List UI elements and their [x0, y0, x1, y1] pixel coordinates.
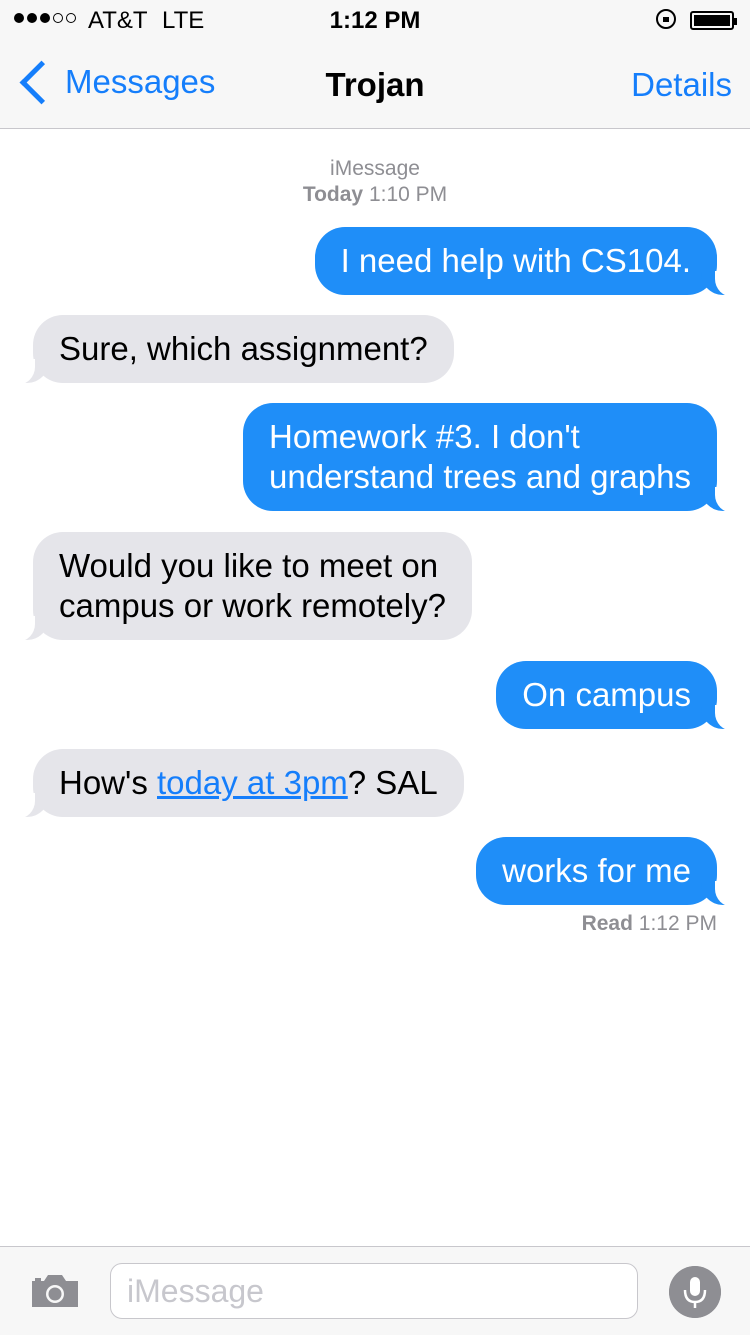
service-label: iMessage — [330, 157, 420, 180]
read-receipt: Read 1:12 PM — [582, 912, 717, 936]
message-text-line: understand trees and graphs — [269, 458, 691, 495]
message-text-line: Would you like to meet on — [59, 547, 439, 584]
conversation-header: iMessage Today 1:10 PM — [0, 156, 750, 208]
timestamp-time: 1:10 PM — [368, 183, 448, 206]
message-text: ? SAL — [347, 764, 438, 801]
read-label: Read — [581, 912, 633, 935]
date-link[interactable]: today at 3pm — [157, 764, 348, 801]
incoming-message[interactable]: Would you like to meet on campus or work… — [5, 532, 472, 642]
navigation-bar: Messages Trojan Details — [0, 40, 750, 129]
message-text: On campus — [522, 676, 691, 713]
message-text: Sure, which assignment? — [59, 330, 428, 367]
outgoing-message[interactable]: I need help with CS104. — [314, 227, 746, 297]
incoming-message[interactable]: Sure, which assignment? — [5, 315, 454, 385]
message-text: works for me — [502, 852, 691, 889]
conversation-timestamp: Today 1:10 PM — [0, 182, 750, 208]
timestamp-day: Today — [302, 183, 364, 206]
rotation-lock-icon — [656, 9, 676, 29]
outgoing-message[interactable]: works for me — [476, 837, 745, 907]
message-text-line: Homework #3. I don't — [269, 418, 580, 455]
battery-icon — [690, 11, 737, 30]
incoming-message[interactable]: How's today at 3pm? SAL — [5, 749, 464, 819]
status-bar: AT&T LTE 1:12 PM — [0, 0, 750, 40]
outgoing-message[interactable]: On campus — [496, 661, 745, 731]
message-input[interactable]: iMessage — [110, 1263, 638, 1319]
message-input-bar: iMessage — [0, 1246, 750, 1335]
status-time: 1:12 PM — [329, 7, 421, 34]
microphone-icon[interactable] — [669, 1266, 721, 1318]
outgoing-message[interactable]: Homework #3. I don't understand trees an… — [243, 403, 745, 513]
message-text-line: campus or work remotely? — [59, 587, 446, 624]
camera-icon[interactable] — [30, 1273, 80, 1309]
details-button[interactable]: Details — [631, 66, 732, 104]
message-text: How's — [59, 764, 157, 801]
read-time: 1:12 PM — [638, 912, 717, 935]
message-text: I need help with CS104. — [340, 242, 691, 279]
